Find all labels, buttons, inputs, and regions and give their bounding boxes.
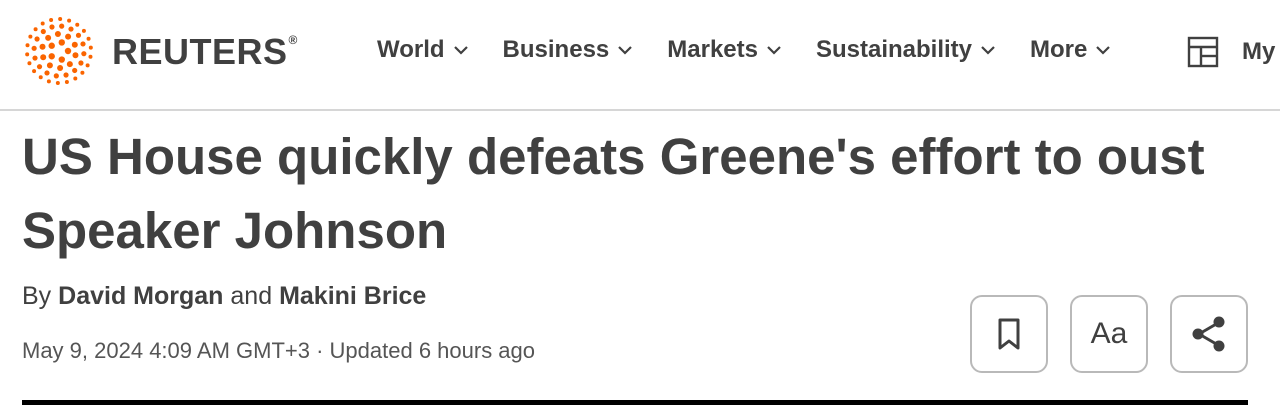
byline-conjunction: and [230,282,273,310]
author-link[interactable]: David Morgan [58,282,223,310]
my-news-label: My [1242,38,1276,65]
nav-item-sustainability[interactable]: Sustainability [816,36,996,64]
logo-dot [85,63,90,68]
my-news-link[interactable]: My [1186,35,1275,69]
nav-item-more[interactable]: More [1030,36,1111,64]
logo-dot [58,17,63,22]
logo-dot [88,54,93,59]
chevron-down-icon [1096,46,1111,55]
logo-dot [58,39,65,46]
chevron-down-icon [618,46,633,55]
nav-item-label: More [1030,36,1088,63]
logo-dot [72,52,79,59]
logo-dot [48,53,55,60]
logo-dot [63,72,69,78]
nav-item-label: Sustainability [815,36,973,63]
nav-item-markets[interactable]: Markets [667,36,782,64]
logo-dot [49,17,54,22]
author-link[interactable]: Makini Brice [279,282,426,310]
logo-dot [67,18,72,23]
logo-dot [86,36,91,41]
chevron-down-icon [767,46,781,55]
chevron-down-icon [453,46,468,55]
logo-dot [64,80,69,85]
logo-dot [40,21,45,26]
logo-dot [66,61,73,68]
chevron-down-icon [981,46,995,55]
logo-dot [75,32,82,38]
logo-dot [64,47,72,55]
logo-dot [28,34,33,39]
logo-dot [32,55,38,61]
font-size-label: Aa [1090,317,1128,350]
logo-dot [33,27,38,32]
logo-dot [25,43,30,48]
logo-dot [59,23,65,29]
dateline: May 9, 2024 4:09 AM GMT+3 · Updated 6 ho… [22,338,536,363]
media-frame-top-edge [22,400,1248,405]
article-actions: Aa [970,295,1248,373]
logo-dot [27,61,32,66]
article-headline: US House quickly defeats Greene's effort… [22,128,1205,259]
logo-dot [38,75,43,80]
logo-dot [40,28,46,35]
logo-dot [57,64,64,71]
main-nav: World Business Markets Sustainability Mo… [377,36,1145,64]
logo-wordmark: REUTERS® [112,31,298,72]
nav-item-label: Markets [667,36,758,63]
logo-dot [54,31,61,38]
logo-dot [53,73,59,79]
logo-dot [49,24,55,30]
layout-icon [1187,36,1219,68]
logo-dot [39,43,46,50]
byline-prefix: By [22,282,52,310]
logo-dot [46,79,51,84]
site-header: REUTERS® World Business Markets Sustaina… [0,0,1280,111]
logo-dot [81,51,87,57]
bookmark-icon [998,318,1020,350]
logo-dot [46,62,53,69]
logo-dot [73,76,78,81]
logo-dot [48,42,55,49]
logo-dot [34,36,40,42]
logo-dot [31,45,37,51]
logo-dot [80,41,86,47]
font-size-button[interactable]: Aa [1070,295,1148,373]
logo-dot [55,80,60,85]
logo-dot [58,56,65,63]
logo-dot [88,45,93,50]
logo-dot [75,22,80,27]
logo-dot [80,70,85,75]
nav-item-world[interactable]: World [377,36,469,64]
logo-dot [71,41,78,48]
nav-item-label: World [377,36,445,63]
logo-dot [44,70,50,76]
nav-item-label: Business [502,36,610,63]
reuters-logo[interactable]: REUTERS® [22,16,298,86]
logo-dot [40,54,47,61]
logo-dot [65,33,72,40]
logo-dot [32,69,37,74]
logo-dot [45,34,52,41]
logo-dot [36,64,43,70]
nav-item-business[interactable]: Business [503,36,634,64]
share-button[interactable] [1170,295,1248,373]
bookmark-button[interactable] [970,295,1048,373]
logo-dot [78,60,84,66]
reuters-logo-icon [25,17,93,85]
logo-dot [81,28,86,33]
logo-dot [72,67,78,74]
share-icon [1192,316,1225,352]
logo-dot [68,26,74,32]
byline: By David Morgan and Makini Brice [22,282,426,311]
logo-dot [25,52,30,57]
